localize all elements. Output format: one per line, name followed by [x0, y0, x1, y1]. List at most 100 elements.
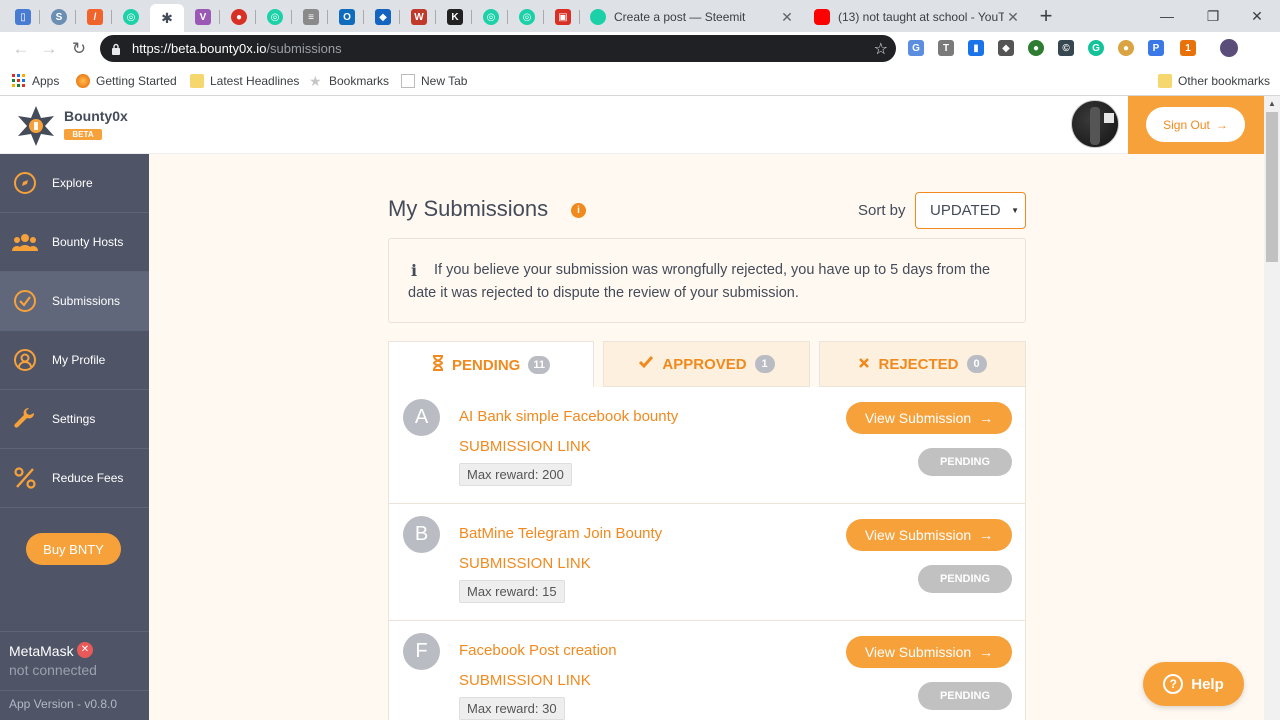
- minimize-button[interactable]: —: [1144, 0, 1190, 32]
- browser-tab-13[interactable]: K: [438, 4, 472, 30]
- sort-select-value: UPDATED: [930, 202, 1001, 219]
- browser-tab-3[interactable]: /: [78, 4, 112, 30]
- browser-tab-4[interactable]: ◎: [114, 4, 148, 30]
- button-label: View Submission: [864, 644, 972, 660]
- sign-out-button[interactable]: Sign Out →: [1146, 107, 1245, 142]
- browser-tab-1[interactable]: ▯: [6, 4, 40, 30]
- browser-tab-6[interactable]: V: [186, 4, 220, 30]
- browser-tab-active[interactable]: ✱: [150, 4, 184, 32]
- view-submission-button[interactable]: View Submission →: [846, 519, 1012, 551]
- bounty-title-link[interactable]: AI Bank simple Facebook bounty: [459, 408, 678, 425]
- status-tabs: PENDING 11 APPROVED 1 REJECTED 0: [388, 341, 1026, 388]
- bookmark-star-icon[interactable]: ☆: [874, 39, 888, 59]
- browser-tab-16[interactable]: ▣: [546, 4, 580, 30]
- sign-out-label: Sign Out: [1163, 117, 1210, 132]
- browser-tab-12[interactable]: W: [402, 4, 436, 30]
- document-icon: ≡: [303, 9, 319, 25]
- sidebar-item-explore[interactable]: Explore: [0, 154, 149, 213]
- browser-tab-bar: ▯ S / ◎ ✱ V ● ◎ ≡ O ◆ W K ◎ ◎ ▣ Create a…: [0, 0, 1280, 32]
- bounty-title-link[interactable]: BatMine Telegram Join Bounty: [459, 525, 662, 542]
- bookmark-getting-started[interactable]: Getting Started: [76, 71, 177, 91]
- tab-pending[interactable]: PENDING 11: [388, 341, 594, 388]
- browser-tab-14[interactable]: ◎: [474, 4, 508, 30]
- p-extension-icon[interactable]: P: [1148, 40, 1164, 56]
- bookmark-new-tab[interactable]: New Tab: [401, 71, 467, 91]
- sidebar-item-label: Reduce Fees: [52, 471, 124, 485]
- sidebar-item-submissions[interactable]: Submissions: [0, 272, 149, 331]
- browser-tab-steemit[interactable]: Create a post — Steemit ✕: [582, 4, 802, 30]
- k-icon: K: [447, 9, 463, 25]
- browser-tab-8[interactable]: ◎: [258, 4, 292, 30]
- sidebar-item-reduce-fees[interactable]: Reduce Fees: [0, 449, 149, 508]
- bookmark-latest-headlines[interactable]: Latest Headlines: [190, 71, 299, 91]
- metamask-status: not connected: [9, 662, 97, 678]
- bookmark-label: New Tab: [421, 74, 468, 88]
- grammarly-icon[interactable]: G: [1088, 40, 1104, 56]
- other-bookmarks[interactable]: Other bookmarks: [1158, 71, 1270, 91]
- cookie-icon[interactable]: ●: [1118, 40, 1134, 56]
- back-arrow-icon[interactable]: ←: [10, 38, 32, 60]
- steemit-icon: ◎: [519, 9, 535, 25]
- forward-arrow-icon[interactable]: →: [38, 38, 60, 60]
- folder-icon: [190, 74, 204, 88]
- help-button[interactable]: ? Help: [1143, 662, 1244, 706]
- scroll-up-arrow-icon[interactable]: ▲: [1264, 96, 1280, 112]
- buy-bnty-button[interactable]: Buy BNTY: [26, 533, 121, 565]
- close-icon[interactable]: ✕: [778, 9, 796, 26]
- bookmark-label: Latest Headlines: [210, 74, 300, 88]
- browser-tab-7[interactable]: ●: [222, 4, 256, 30]
- new-tab-button[interactable]: +: [1034, 5, 1058, 29]
- bookmark-extension-icon[interactable]: ▮: [968, 40, 984, 56]
- coin-extension-icon[interactable]: ©: [1058, 40, 1074, 56]
- bounty-title-link[interactable]: Facebook Post creation: [459, 642, 617, 659]
- other-bookmarks-label: Other bookmarks: [1178, 74, 1271, 88]
- avatar[interactable]: [1071, 100, 1119, 148]
- notice-box: i If you believe your submission was wro…: [388, 238, 1026, 323]
- restore-button[interactable]: ❐: [1190, 0, 1236, 32]
- close-window-button[interactable]: ✕: [1234, 0, 1280, 32]
- sort-select[interactable]: UPDATED ▼: [915, 192, 1026, 229]
- sidebar-item-label: Settings: [52, 412, 96, 426]
- tab-approved[interactable]: APPROVED 1: [603, 341, 810, 387]
- button-label: View Submission: [864, 527, 972, 543]
- bookmarks-bar: Apps Getting Started Latest Headlines ★ …: [0, 65, 1280, 96]
- submission-link[interactable]: SUBMISSION LINK: [459, 672, 591, 689]
- browser-tab-15[interactable]: ◎: [510, 4, 544, 30]
- profile-avatar-icon[interactable]: [1220, 39, 1238, 57]
- bounty0x-logo-icon[interactable]: [14, 104, 58, 148]
- bounty0x-icon: ✱: [159, 10, 175, 26]
- bookmark-apps[interactable]: Apps: [12, 71, 59, 91]
- page-icon: [401, 74, 415, 88]
- eraser-icon[interactable]: ◆: [998, 40, 1014, 56]
- reload-icon[interactable]: ↻: [68, 38, 90, 60]
- sidebar-item-bounty-hosts[interactable]: Bounty Hosts: [0, 213, 149, 272]
- submission-list: A AI Bank simple Facebook bounty SUBMISS…: [388, 387, 1026, 720]
- browser-tab-youtube[interactable]: (13) not taught at school - YouTu ✕: [806, 4, 1028, 30]
- translate-icon[interactable]: G: [908, 40, 924, 56]
- max-reward-badge: Max reward: 15: [459, 580, 565, 603]
- pinterest-like-icon: ●: [231, 9, 247, 25]
- browser-tab-11[interactable]: ◆: [366, 4, 400, 30]
- globe-extension-icon[interactable]: ●: [1028, 40, 1044, 56]
- view-submission-button[interactable]: View Submission →: [846, 636, 1012, 668]
- sidebar-item-settings[interactable]: Settings: [0, 390, 149, 449]
- t-extension-icon[interactable]: T: [938, 40, 954, 56]
- steem-s-icon: S: [51, 9, 67, 25]
- browser-tab-9[interactable]: ≡: [294, 4, 328, 30]
- browser-tab-2[interactable]: S: [42, 4, 76, 30]
- browser-tab-10[interactable]: O: [330, 4, 364, 30]
- address-bar[interactable]: https://beta.bounty0x.io/submissions ☆: [100, 35, 896, 62]
- bookmark-label: Bookmarks: [329, 74, 390, 88]
- info-icon[interactable]: i: [571, 203, 586, 218]
- view-submission-button[interactable]: View Submission →: [846, 402, 1012, 434]
- sidebar-item-my-profile[interactable]: My Profile: [0, 331, 149, 390]
- steemit-icon: ◎: [123, 9, 139, 25]
- submission-link[interactable]: SUBMISSION LINK: [459, 438, 591, 455]
- list-item: F Facebook Post creation SUBMISSION LINK…: [389, 621, 1025, 720]
- scrollbar-thumb[interactable]: [1266, 112, 1278, 262]
- puzzle-badge-icon[interactable]: 1: [1180, 40, 1196, 56]
- close-icon[interactable]: ✕: [1004, 9, 1022, 26]
- submission-link[interactable]: SUBMISSION LINK: [459, 555, 591, 572]
- bookmark-bookmarks[interactable]: ★ Bookmarks: [309, 71, 389, 91]
- tab-rejected[interactable]: REJECTED 0: [819, 341, 1026, 387]
